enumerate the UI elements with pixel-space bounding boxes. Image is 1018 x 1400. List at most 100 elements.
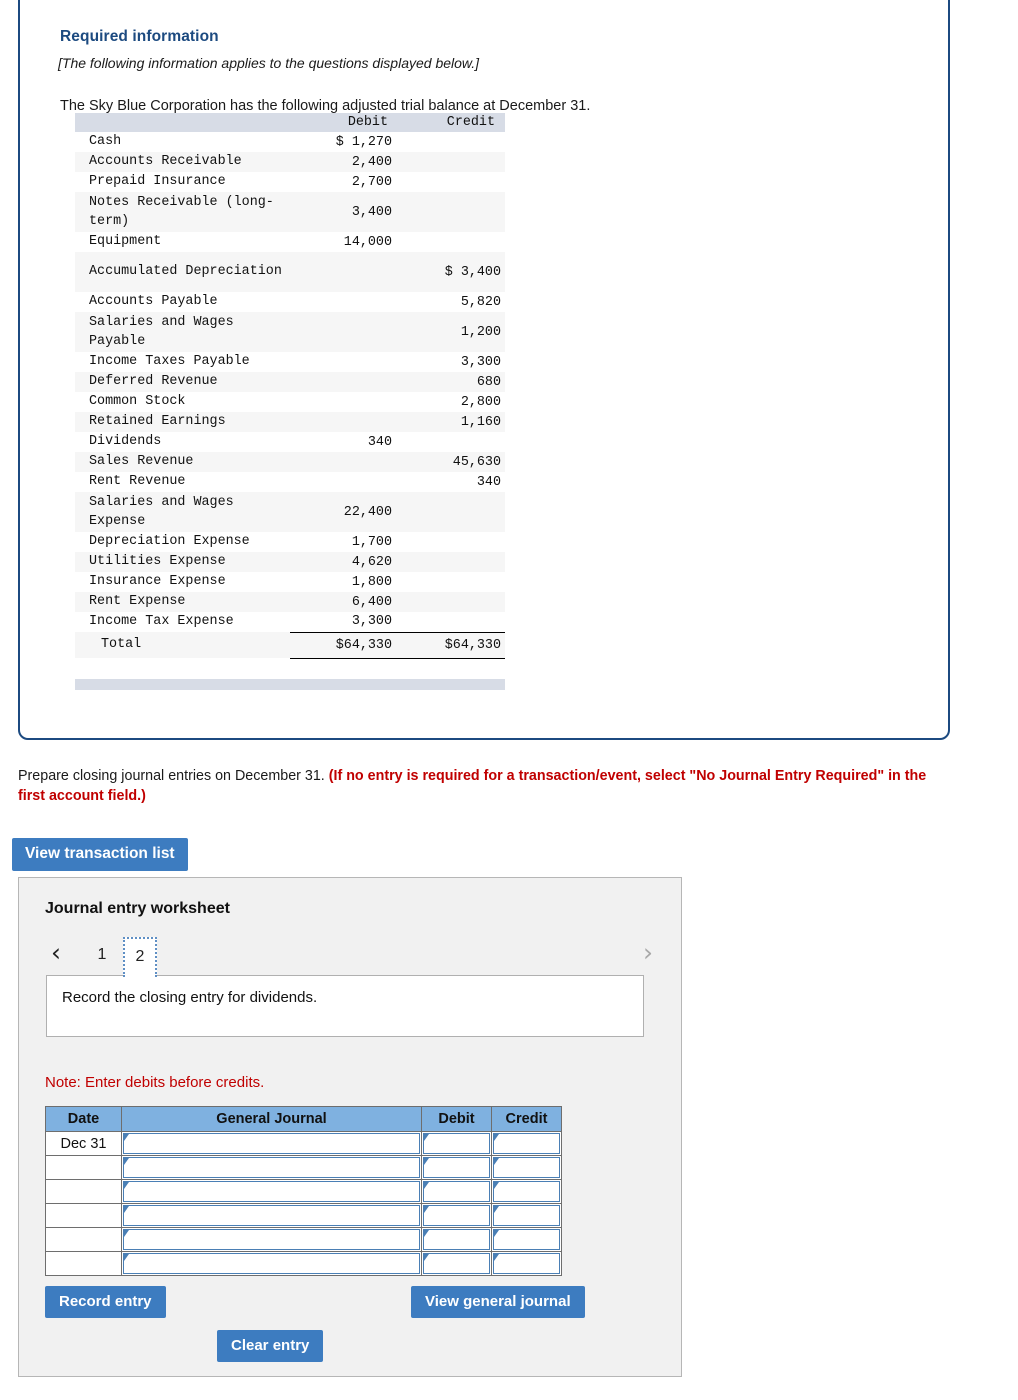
- account-select[interactable]: [123, 1157, 420, 1178]
- debit-input[interactable]: [423, 1253, 490, 1274]
- debit-input[interactable]: [423, 1157, 490, 1178]
- journal-debit-cell[interactable]: [421, 1251, 492, 1276]
- table-row: Income Tax Expense 3,300: [75, 612, 505, 633]
- next-page-icon[interactable]: ›: [637, 940, 659, 968]
- journal-credit-cell[interactable]: [491, 1179, 562, 1204]
- table-total-row: Total $64,330 $64,330: [75, 632, 505, 659]
- credit-input[interactable]: [493, 1133, 560, 1154]
- journal-date-cell[interactable]: [45, 1155, 122, 1180]
- total-credit: $64,330: [400, 632, 505, 659]
- table-row: Equipment 14,000: [75, 232, 505, 252]
- journal-account-cell[interactable]: [121, 1251, 422, 1276]
- question-page: Required information [The following info…: [0, 0, 1018, 1400]
- row-account: Deferred Revenue: [75, 372, 290, 392]
- journal-col-credit: Credit: [491, 1106, 562, 1132]
- row-debit: [290, 452, 400, 472]
- journal-date-cell[interactable]: [45, 1227, 122, 1252]
- journal-debit-cell[interactable]: [421, 1203, 492, 1228]
- row-account: Prepaid Insurance: [75, 172, 290, 192]
- record-entry-button[interactable]: Record entry: [45, 1286, 166, 1318]
- row-account: Dividends: [75, 432, 290, 452]
- clear-entry-button[interactable]: Clear entry: [217, 1330, 324, 1362]
- journal-account-cell[interactable]: [121, 1203, 422, 1228]
- trial-balance-header-row: Debit Credit: [75, 113, 505, 132]
- row-credit: 340: [400, 472, 505, 492]
- journal-date-cell[interactable]: [45, 1179, 122, 1204]
- table-row: Insurance Expense 1,800: [75, 572, 505, 592]
- table-row: [45, 1227, 562, 1252]
- journal-account-cell[interactable]: [121, 1155, 422, 1180]
- row-credit: [400, 132, 505, 152]
- row-credit: 1,200: [400, 312, 505, 352]
- row-debit: [290, 312, 400, 352]
- table-row: Rent Revenue 340: [75, 472, 505, 492]
- account-select[interactable]: [123, 1133, 420, 1154]
- account-select[interactable]: [123, 1205, 420, 1226]
- debit-input[interactable]: [423, 1181, 490, 1202]
- journal-account-cell[interactable]: [121, 1179, 422, 1204]
- row-credit: [400, 232, 505, 252]
- page-tab-2[interactable]: 2: [123, 937, 157, 977]
- prev-page-icon[interactable]: ‹: [45, 940, 67, 968]
- debit-input[interactable]: [423, 1205, 490, 1226]
- page-tab-1[interactable]: 1: [85, 937, 119, 975]
- table-row: Salaries and Wages Payable 1,200: [75, 312, 505, 352]
- journal-table-head: Date General Journal Debit Credit: [45, 1106, 562, 1132]
- journal-account-cell[interactable]: [121, 1131, 422, 1156]
- row-account: Salaries and Wages Payable: [75, 312, 290, 352]
- account-select[interactable]: [123, 1253, 420, 1274]
- credit-input[interactable]: [493, 1229, 560, 1250]
- table-row: Cash $ 1,270: [75, 132, 505, 152]
- credit-input[interactable]: [493, 1181, 560, 1202]
- debit-input[interactable]: [423, 1133, 490, 1154]
- row-credit: 2,800: [400, 392, 505, 412]
- row-debit: 3,300: [290, 612, 400, 633]
- row-credit: 45,630: [400, 452, 505, 472]
- row-account: Equipment: [75, 232, 290, 252]
- account-select[interactable]: [123, 1229, 420, 1250]
- journal-credit-cell[interactable]: [491, 1155, 562, 1180]
- required-info-subtitle: [The following information applies to th…: [58, 55, 480, 71]
- journal-account-cell[interactable]: [121, 1227, 422, 1252]
- view-transaction-list-button[interactable]: View transaction list: [12, 838, 188, 871]
- journal-date-cell[interactable]: Dec 31: [45, 1131, 122, 1156]
- row-debit: 6,400: [290, 592, 400, 612]
- journal-date-cell[interactable]: [45, 1203, 122, 1228]
- row-credit: [400, 552, 505, 572]
- table-row: Dividends 340: [75, 432, 505, 452]
- account-select[interactable]: [123, 1181, 420, 1202]
- journal-debit-cell[interactable]: [421, 1227, 492, 1252]
- table-row: Accumulated Depreciation $ 3,400: [75, 252, 505, 292]
- journal-col-general-journal: General Journal: [121, 1106, 422, 1132]
- required-information-panel: Required information [The following info…: [18, 0, 950, 740]
- credit-input[interactable]: [493, 1205, 560, 1226]
- journal-debit-cell[interactable]: [421, 1155, 492, 1180]
- journal-credit-cell[interactable]: [491, 1251, 562, 1276]
- journal-table-body: Dec 31: [45, 1131, 562, 1276]
- row-debit: [290, 372, 400, 392]
- table-row: [45, 1203, 562, 1228]
- row-debit: 3,400: [290, 192, 400, 232]
- view-general-journal-button[interactable]: View general journal: [411, 1286, 585, 1318]
- col-account: [75, 113, 290, 132]
- col-credit: Credit: [400, 113, 505, 132]
- journal-date-cell[interactable]: [45, 1251, 122, 1276]
- debit-input[interactable]: [423, 1229, 490, 1250]
- journal-debit-cell[interactable]: [421, 1131, 492, 1156]
- journal-credit-cell[interactable]: [491, 1131, 562, 1156]
- table-row: [45, 1179, 562, 1204]
- row-credit: $ 3,400: [400, 252, 505, 292]
- journal-credit-cell[interactable]: [491, 1227, 562, 1252]
- row-debit: 2,400: [290, 152, 400, 172]
- journal-debit-cell[interactable]: [421, 1179, 492, 1204]
- table-row: Dec 31: [45, 1131, 562, 1156]
- trial-balance-footer-bar: [75, 679, 505, 690]
- credit-input[interactable]: [493, 1157, 560, 1178]
- table-row: Accounts Payable 5,820: [75, 292, 505, 312]
- journal-credit-cell[interactable]: [491, 1203, 562, 1228]
- credit-input[interactable]: [493, 1253, 560, 1274]
- trial-balance-head: Debit Credit: [75, 113, 505, 132]
- row-account: Retained Earnings: [75, 412, 290, 432]
- instruction-text: Prepare closing journal entries on Decem…: [18, 766, 938, 806]
- required-info-lead: The Sky Blue Corporation has the followi…: [60, 98, 591, 114]
